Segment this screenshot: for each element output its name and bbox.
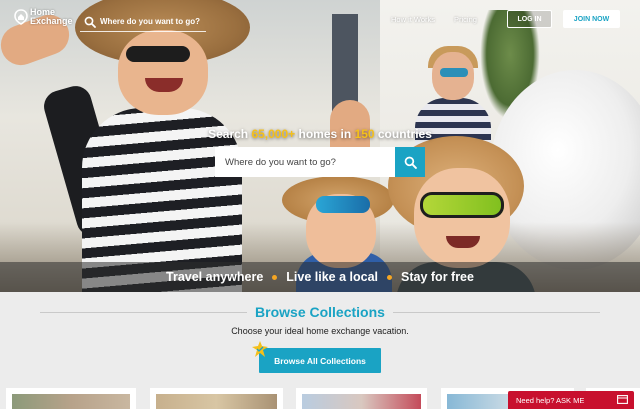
logo-wordmark: Home Exchange [30, 8, 73, 26]
chat-icon [617, 395, 628, 404]
collection-card-image [156, 394, 277, 409]
collection-card[interactable] [296, 388, 427, 409]
tagline-travel-anywhere: Travel anywhere [166, 270, 264, 284]
hero-boy-large-sunglasses [420, 192, 504, 218]
hero-search-form [215, 147, 425, 177]
headline-mid: homes in [295, 127, 355, 141]
headline-prefix: Search [208, 127, 252, 141]
tagline-live-like-local: Live like a local [286, 270, 379, 284]
sparkle-badge-icon [252, 341, 268, 357]
hero-headline: Search 65,000+ homes in 150 countries [0, 127, 640, 141]
nav-pricing-link[interactable]: Pricing [454, 15, 477, 24]
header-search-input[interactable] [100, 17, 206, 26]
search-icon[interactable] [84, 16, 96, 28]
logo-line-2: Exchange [30, 16, 73, 26]
collection-card[interactable] [6, 388, 136, 409]
top-navigation: Home Exchange How it Works Pricing LOG I… [0, 0, 640, 40]
browse-collections-title: Browse Collections [247, 304, 393, 320]
hero-boy-large-face [414, 168, 510, 268]
headline-suffix: countries [374, 127, 432, 141]
site-logo[interactable]: Home Exchange [14, 8, 73, 26]
join-now-button[interactable]: JOIN NOW [563, 10, 620, 28]
tagline-dot [387, 274, 393, 280]
hero-tagline-bar: Travel anywhere Live like a local Stay f… [0, 262, 640, 292]
collection-card[interactable] [150, 388, 283, 409]
hero-search-button[interactable] [395, 147, 425, 177]
collection-card-image [302, 394, 421, 409]
browse-collections-header: Browse Collections [0, 303, 640, 321]
hero-girl-face [118, 30, 208, 115]
hero-girl-sunglasses [126, 46, 190, 62]
home-exchange-logo-icon [14, 9, 28, 25]
tagline-stay-for-free: Stay for free [401, 270, 474, 284]
browse-collections-subtitle: Choose your ideal home exchange vacation… [231, 326, 409, 336]
collection-card-image [12, 394, 130, 409]
tagline-dot [272, 274, 278, 280]
hero-woman-sunglasses [440, 68, 468, 77]
need-help-label: Need help? ASK ME [516, 395, 585, 405]
nav-how-it-works-link[interactable]: How it Works [391, 15, 435, 24]
header-search [80, 12, 206, 32]
browse-all-collections-button[interactable]: Browse All Collections [259, 348, 381, 373]
hero-boy-small-sunglasses [316, 196, 370, 213]
hero-banner [0, 0, 640, 292]
login-button[interactable]: LOG IN [507, 10, 552, 28]
need-help-chat-button[interactable]: Need help? ASK ME [508, 391, 634, 409]
search-icon [404, 156, 417, 169]
hero-search-input[interactable] [215, 147, 395, 177]
countries-count: 150 [354, 127, 375, 141]
homes-count: 65,000+ [251, 127, 296, 141]
